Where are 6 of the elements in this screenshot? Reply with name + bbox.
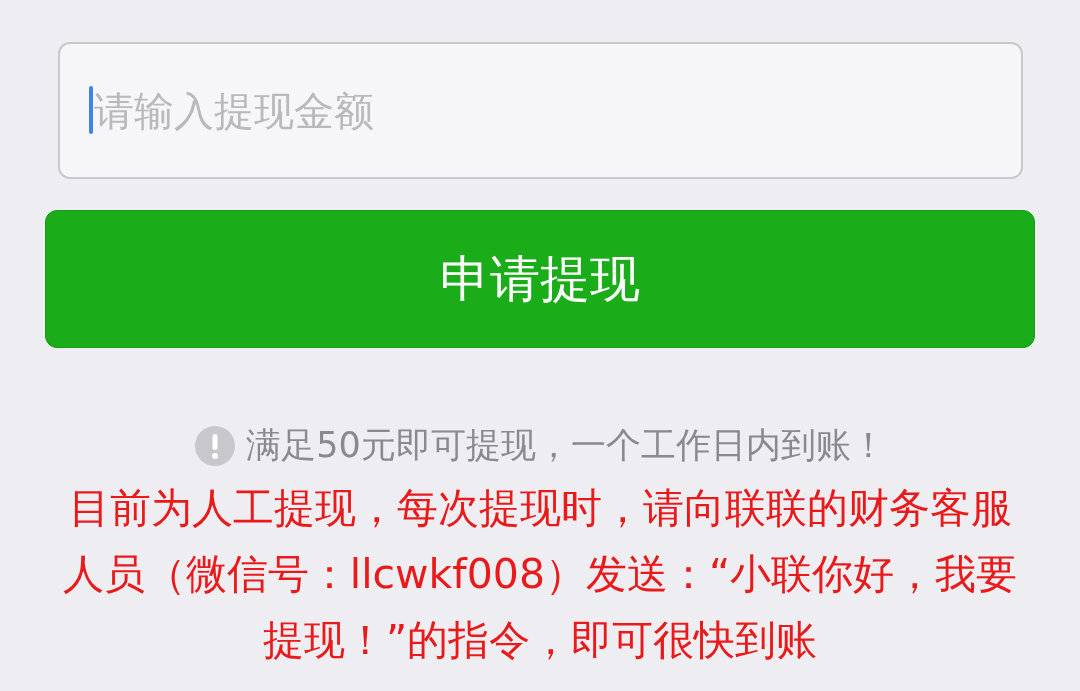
- text-cursor: [89, 86, 93, 134]
- withdraw-button[interactable]: 申请提现: [45, 210, 1035, 348]
- amount-field[interactable]: 请输入提现金额: [58, 42, 1023, 179]
- info-icon: [194, 424, 237, 467]
- notice-text: 满足50元即可提现，一个工作日内到账！: [246, 424, 886, 467]
- instructions-text: 目前为人工提现，每次提现时，请向联联的财务客服人员（微信号：llcwkf008）发送：“小联你好，我要提现！”的指令，即可很快到账: [61, 483, 1019, 666]
